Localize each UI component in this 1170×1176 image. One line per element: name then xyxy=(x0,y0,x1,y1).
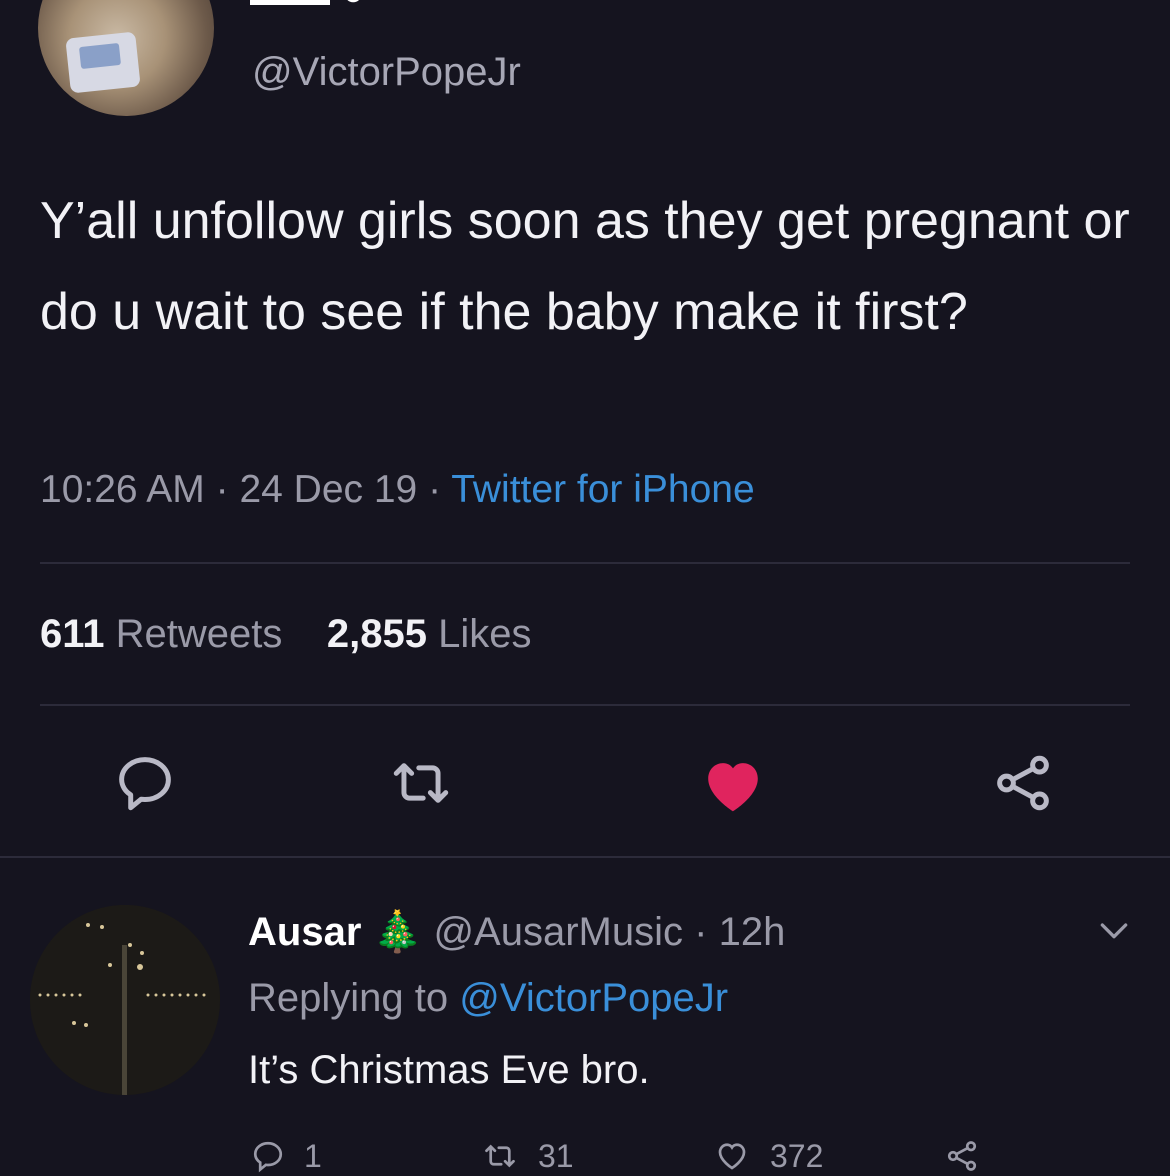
like-icon xyxy=(708,763,758,812)
tweet-time: 10:26 AM xyxy=(40,468,205,511)
divider xyxy=(40,562,1130,564)
heart-outline-icon xyxy=(718,1143,746,1170)
tweet-source-link[interactable]: Twitter for iPhone xyxy=(451,468,754,511)
reply-header: Ausar 🎄 @AusarMusic · 12h xyxy=(248,908,785,955)
retweets-count: 611 xyxy=(40,612,105,656)
replying-to-line: Replying to @VictorPopeJr xyxy=(248,976,728,1021)
reply-author-name[interactable]: Ausar xyxy=(248,910,361,954)
meta-separator: · xyxy=(428,468,452,511)
chevron-down-icon[interactable] xyxy=(1094,910,1134,950)
replying-to-link[interactable]: @VictorPopeJr xyxy=(459,976,728,1020)
reply-share-button[interactable] xyxy=(942,1136,1000,1176)
meta-separator: · xyxy=(694,910,719,954)
like-count: 372 xyxy=(770,1137,824,1174)
divider xyxy=(40,704,1130,706)
reply-avatar[interactable] xyxy=(30,905,220,1095)
meta-separator: · xyxy=(215,468,240,511)
likes-count: 2,855 xyxy=(326,612,427,656)
reply-like-button[interactable]: 372 xyxy=(712,1136,823,1176)
retweet-button[interactable] xyxy=(388,750,454,816)
likes-label: Likes xyxy=(438,612,532,656)
retweet-count: 31 xyxy=(538,1137,574,1174)
tweet-text: Y’all unfollow girls soon as they get pr… xyxy=(40,192,1130,341)
christmas-tree-icon: 🎄 xyxy=(372,910,423,954)
reply-age: 12h xyxy=(718,910,786,954)
retweets-stat[interactable]: 611 Retweets xyxy=(40,612,282,656)
reply-icon xyxy=(119,757,171,811)
divider xyxy=(0,856,1170,858)
author-name-cropped[interactable]: ▬▬ ● xyxy=(250,0,365,15)
reply-icon xyxy=(253,1141,283,1173)
tweet-stats: 611 Retweets 2,855 Likes xyxy=(40,612,531,657)
reply-avatar-image xyxy=(30,905,220,1095)
reply-author-handle[interactable]: @AusarMusic xyxy=(433,910,683,954)
reply-reply-button[interactable]: 1 xyxy=(250,1136,322,1176)
share-button[interactable] xyxy=(990,750,1056,816)
retweets-label: Retweets xyxy=(115,612,283,656)
reply-button[interactable] xyxy=(112,750,178,816)
tweet-meta: 10:26 AM · 24 Dec 19 · Twitter for iPhon… xyxy=(40,468,755,512)
share-icon xyxy=(947,1141,977,1171)
like-button[interactable] xyxy=(698,750,764,816)
replying-prefix: Replying to xyxy=(248,976,449,1020)
author-avatar[interactable] xyxy=(38,0,214,116)
reply-text: It’s Christmas Eve bro. xyxy=(248,1048,650,1092)
author-handle[interactable]: @VictorPopeJr xyxy=(252,50,521,95)
avatar-shirt-print xyxy=(78,42,122,70)
tweet-date: 24 Dec 19 xyxy=(239,468,418,511)
share-icon xyxy=(997,755,1049,811)
retweet-icon xyxy=(485,1144,515,1168)
reply-count: 1 xyxy=(304,1137,322,1174)
reply-retweet-button[interactable]: 31 xyxy=(480,1136,574,1176)
likes-stat[interactable]: 2,855 Likes xyxy=(327,612,532,656)
retweet-icon xyxy=(393,763,449,803)
